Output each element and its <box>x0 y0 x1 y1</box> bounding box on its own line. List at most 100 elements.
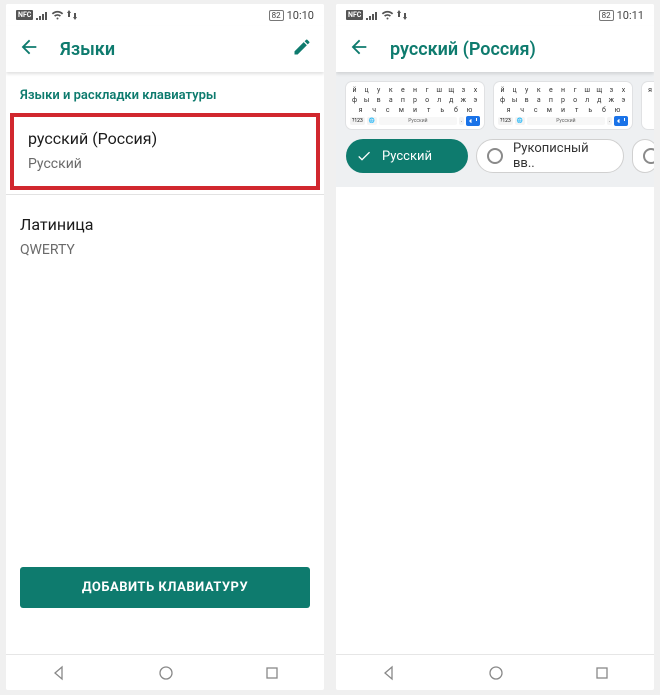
kb-key: е <box>398 86 407 94</box>
page-title: русский (Россия) <box>390 39 642 60</box>
keyboard-preview-1[interactable]: йцукенгшщзх фывапролджэ ячсмитьбю ?123 🌐… <box>346 82 484 129</box>
kb-fn-key: ?123 <box>498 117 513 125</box>
kb-key: э <box>619 96 628 104</box>
kb-key: б <box>451 106 460 114</box>
triangle-icon <box>51 665 67 681</box>
kb-key: в <box>522 96 531 104</box>
navigation-bar <box>6 654 324 690</box>
content-area: Языки и раскладки клавиатуры русский (Ро… <box>6 72 324 654</box>
kb-key: г <box>423 86 432 94</box>
check-icon <box>356 148 372 164</box>
kb-dot: . <box>607 117 612 125</box>
kb-key: к <box>386 86 395 94</box>
kb-key: м <box>545 106 554 114</box>
kb-key: т <box>424 106 433 114</box>
keyboard-preview-2[interactable]: йцукенгшщзх фывапролджэ ячсмитьбю ?123 🌐… <box>494 82 632 129</box>
kb-key: о <box>423 96 432 104</box>
kb-key: ф <box>350 96 359 104</box>
signal-icon <box>366 10 378 20</box>
kb-key: ы <box>510 96 519 104</box>
kb-key: с <box>383 106 392 114</box>
kb-key: щ <box>595 86 604 94</box>
kb-key: к <box>534 86 543 94</box>
circle-icon <box>158 665 174 681</box>
kb-key: д <box>447 96 456 104</box>
battery-percent: 82 <box>599 10 614 21</box>
kb-key: л <box>583 96 592 104</box>
chip-more[interactable] <box>632 139 654 173</box>
kb-dot: . <box>459 117 464 125</box>
kb-key: ч <box>518 106 527 114</box>
nav-back[interactable] <box>51 665 67 681</box>
language-primary: русский (Россия) <box>28 129 302 148</box>
kb-key: г <box>571 86 580 94</box>
phone-right: NFC 82 10:11 русский (Россия) йцукенгшщз… <box>336 4 654 690</box>
add-keyboard-button[interactable]: ДОБАВИТЬ КЛАВИАТУРУ <box>20 567 310 608</box>
chip-label: Рукописный вв.. <box>513 141 609 171</box>
kb-space: Русский <box>379 117 457 125</box>
kb-key: ш <box>435 86 444 94</box>
kb-key: ш <box>583 86 592 94</box>
language-item-russian[interactable]: русский (Россия) Русский <box>10 113 320 190</box>
globe-icon: 🌐 <box>367 117 377 125</box>
kb-key: л <box>435 96 444 104</box>
kb-key: ю <box>465 106 474 114</box>
nav-recent[interactable] <box>595 666 609 680</box>
kb-key: а <box>386 96 395 104</box>
app-bar: русский (Россия) <box>336 26 654 72</box>
kb-key: щ <box>447 86 456 94</box>
keyboard-preview-3[interactable]: яш <box>642 82 654 129</box>
language-item-latin[interactable]: Латиница QWERTY <box>6 203 324 272</box>
back-button[interactable] <box>18 36 40 62</box>
nav-back[interactable] <box>381 665 397 681</box>
kb-key: ж <box>607 96 616 104</box>
kb-key: е <box>546 86 555 94</box>
layout-chips: Русский Рукописный вв.. <box>336 139 654 187</box>
language-secondary: Русский <box>28 156 302 172</box>
kb-key: н <box>558 86 567 94</box>
wifi-icon <box>51 10 64 20</box>
kb-key: я <box>356 106 365 114</box>
radio-icon <box>487 148 503 164</box>
kb-key: а <box>534 96 543 104</box>
kb-key: п <box>546 96 555 104</box>
navigation-bar <box>336 654 654 690</box>
signal-icon <box>36 10 48 20</box>
kb-key: ж <box>459 96 468 104</box>
triangle-icon <box>381 665 397 681</box>
kb-key: ы <box>362 96 371 104</box>
kb-key: ч <box>370 106 379 114</box>
nav-home[interactable] <box>158 665 174 681</box>
kb-key: з <box>607 86 616 94</box>
kb-key: с <box>531 106 540 114</box>
kb-key: й <box>498 86 507 94</box>
chip-handwriting[interactable]: Рукописный вв.. <box>476 139 624 173</box>
back-button[interactable] <box>348 36 370 62</box>
kb-key: р <box>558 96 567 104</box>
language-secondary: QWERTY <box>20 242 310 258</box>
wifi-icon <box>381 10 394 20</box>
kb-space: Русский <box>527 117 605 125</box>
nav-home[interactable] <box>488 665 504 681</box>
divider <box>6 194 324 195</box>
kb-key: й <box>350 86 359 94</box>
status-bar: NFC 82 10:11 <box>336 4 654 26</box>
status-bar: NFC 82 10:10 <box>6 4 324 26</box>
arrow-left-icon <box>348 36 370 58</box>
kb-key: м <box>397 106 406 114</box>
kb-key: ц <box>362 86 371 94</box>
battery-percent: 82 <box>269 10 284 21</box>
chip-russian[interactable]: Русский <box>346 139 468 173</box>
nav-recent[interactable] <box>265 666 279 680</box>
kb-key: у <box>522 86 531 94</box>
kb-key: ф <box>498 96 507 104</box>
kb-key: и <box>411 106 420 114</box>
kb-key: ю <box>613 106 622 114</box>
kb-key: з <box>459 86 468 94</box>
kb-key: э <box>471 96 480 104</box>
kb-key: я <box>646 86 654 94</box>
edit-button[interactable] <box>292 37 312 61</box>
kb-key: х <box>619 86 628 94</box>
kb-key: х <box>471 86 480 94</box>
carrier-badge: NFC <box>346 10 363 20</box>
